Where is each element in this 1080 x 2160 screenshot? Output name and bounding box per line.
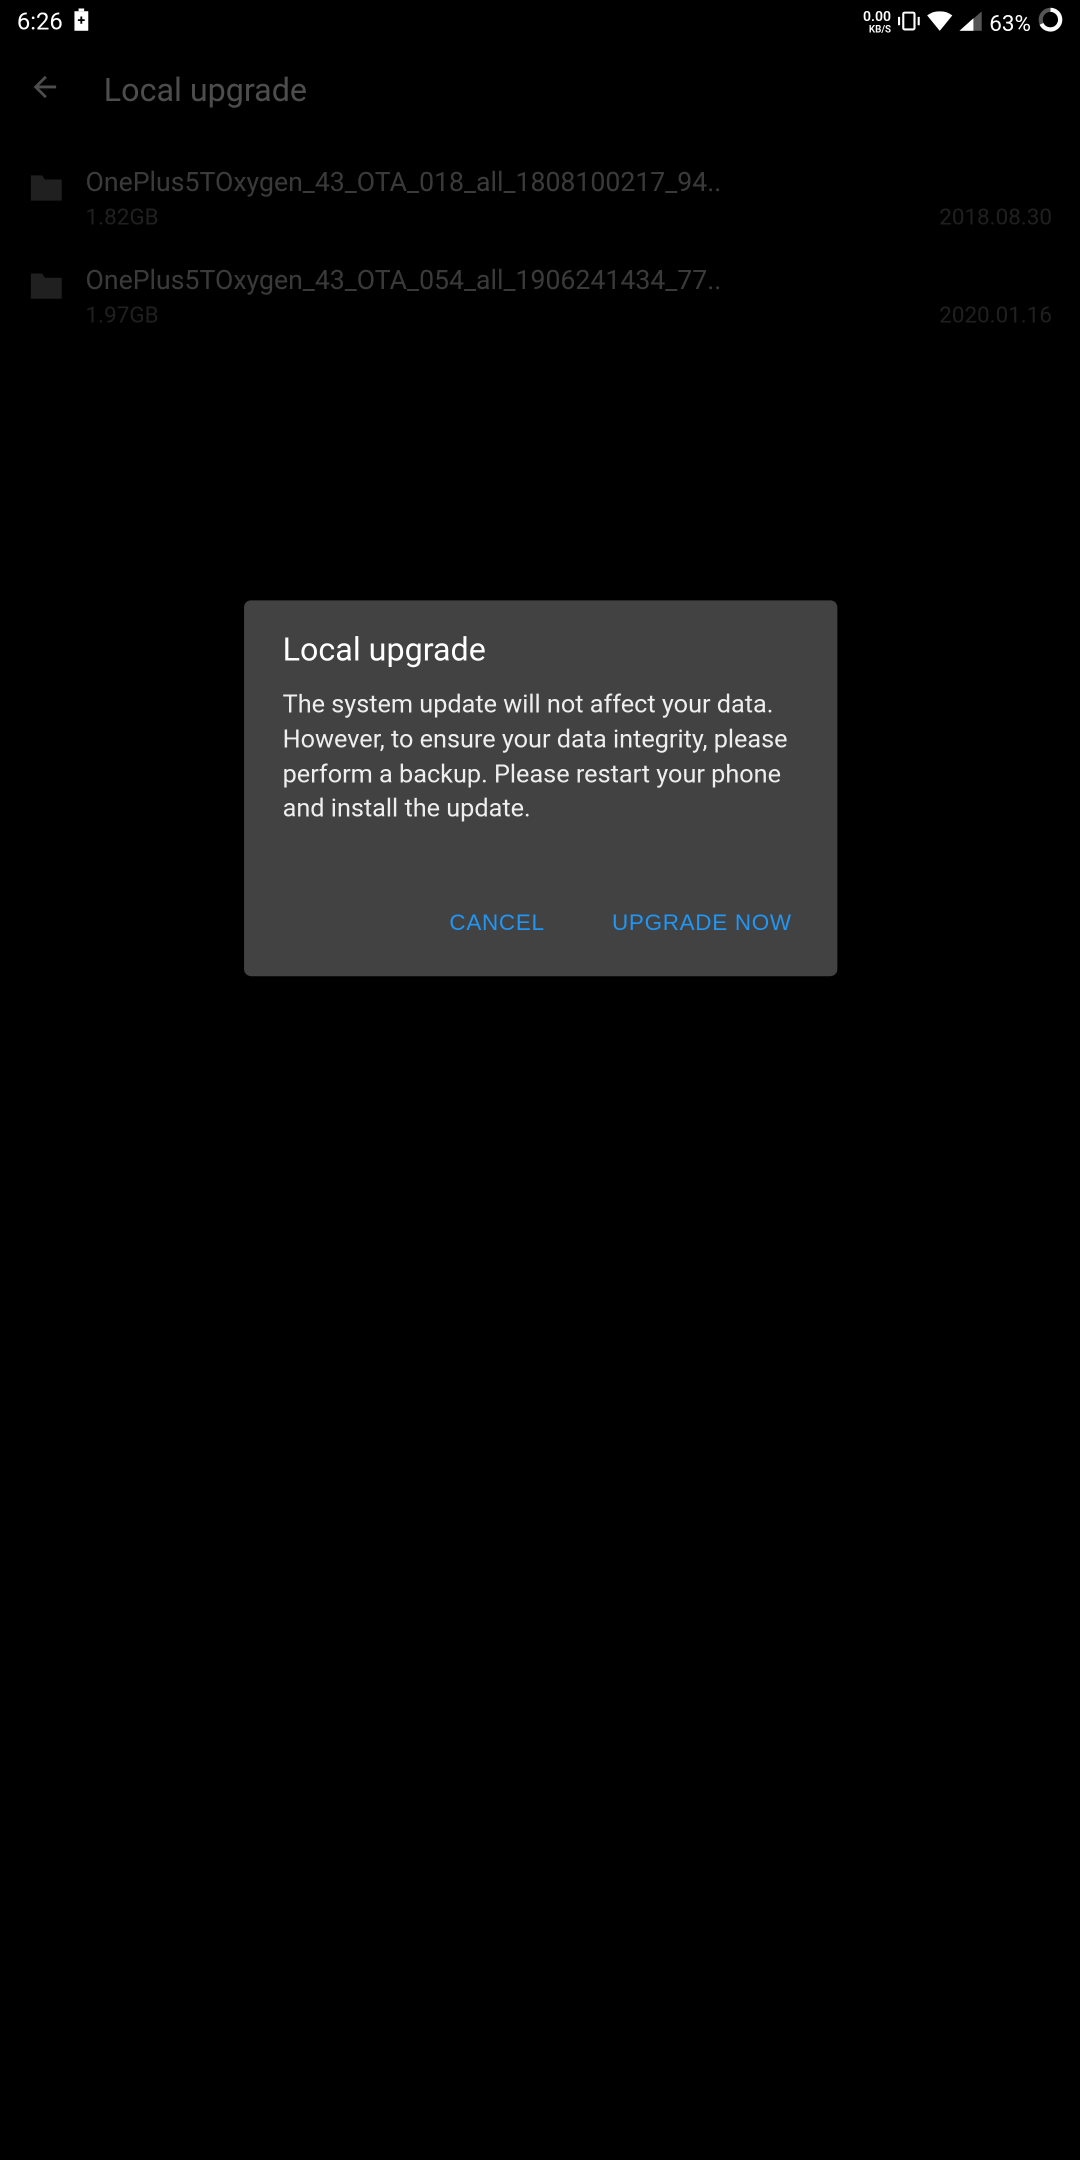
dialog-overlay: Local upgrade The system update will not… [0,0,1080,2160]
cancel-button[interactable]: CANCEL [444,901,550,949]
upgrade-now-button[interactable]: UPGRADE NOW [606,901,797,949]
dialog-message: The system update will not affect your d… [283,689,798,828]
dialog-title: Local upgrade [283,631,798,669]
dialog-actions: CANCEL UPGRADE NOW [283,901,798,960]
upgrade-dialog: Local upgrade The system update will not… [243,600,836,976]
